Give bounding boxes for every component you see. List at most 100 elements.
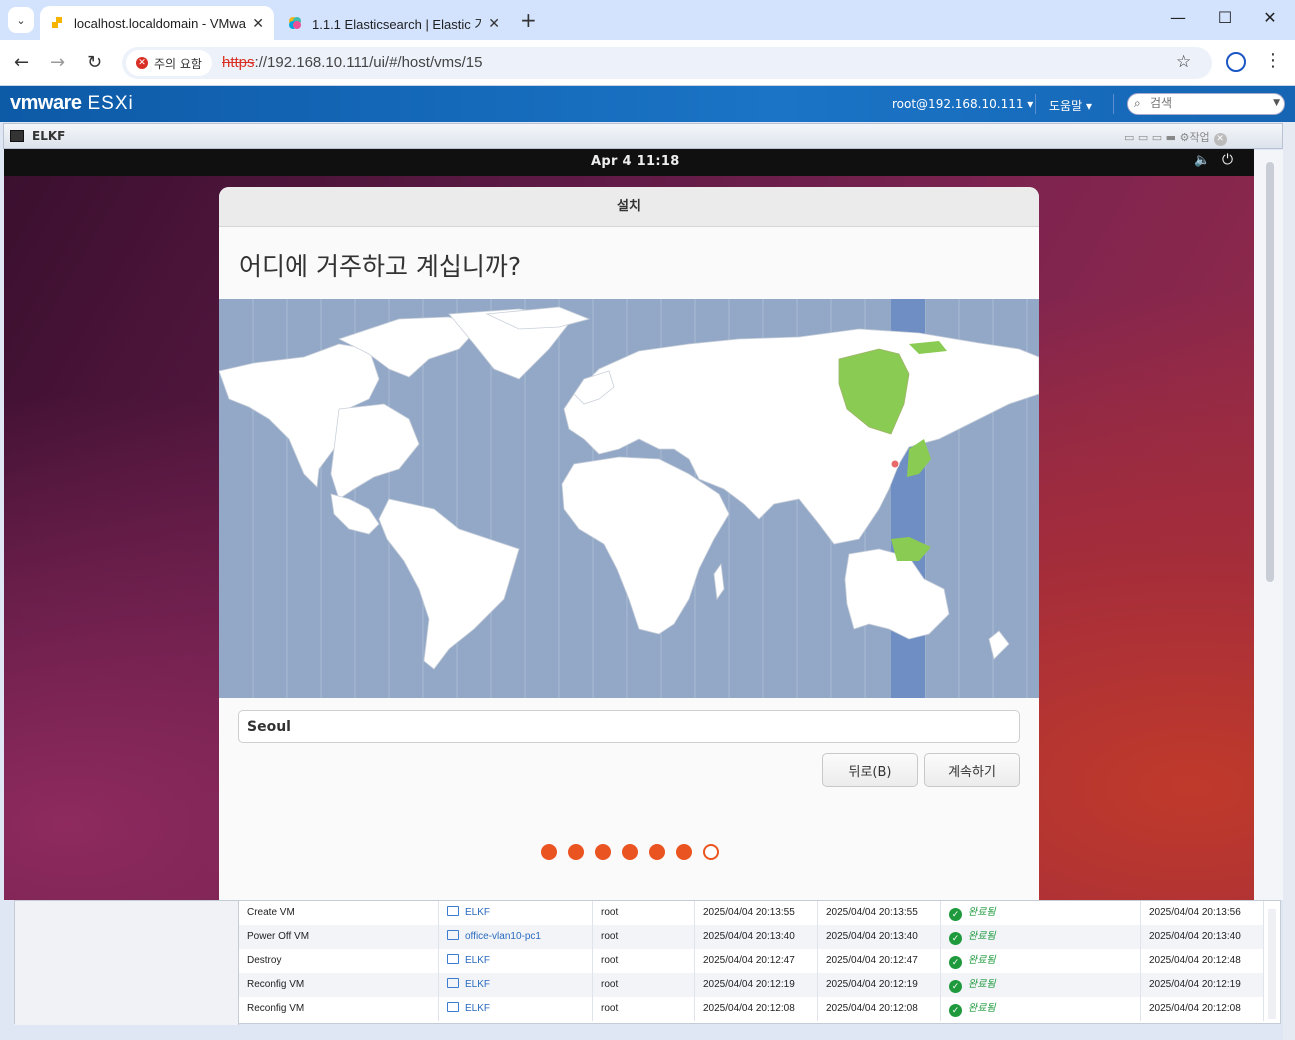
- url-scheme: https: [222, 54, 255, 71]
- forward-arrow-icon[interactable]: →: [50, 52, 65, 73]
- vmware-favicon-icon: [52, 17, 62, 28]
- navigator-panel: [15, 901, 239, 1025]
- dialog-title: 설치: [219, 187, 1039, 227]
- speaker-icon[interactable]: 🔈: [1194, 153, 1210, 168]
- guest-console[interactable]: Apr 4 11:18 🔈 ⏻ 설치 어디에 거주하고 계십니까? Seoul …: [4, 149, 1254, 900]
- user-menu[interactable]: root@192.168.10.111 ▾: [892, 97, 1033, 111]
- elastic-favicon-icon: [289, 17, 301, 29]
- task-cell-initiator: root: [593, 901, 695, 925]
- task-cell-started: 2025/04/04 20:13:40: [818, 925, 941, 949]
- header-divider: [1113, 94, 1114, 114]
- vm-console-titlebar: ELKF ▭ ▭ ▭ ▬ ⚙작업 ✕: [3, 123, 1283, 149]
- scrollbar[interactable]: [1266, 162, 1274, 582]
- city-input[interactable]: [238, 710, 1020, 743]
- search-input[interactable]: [1150, 96, 1260, 110]
- reload-icon[interactable]: ↻: [87, 52, 102, 73]
- task-cell-completed: 2025/04/04 20:13:40: [1141, 925, 1264, 949]
- task-cell-task: Power Off VM: [239, 925, 439, 949]
- help-menu[interactable]: 도움말 ▾: [1049, 97, 1092, 114]
- tab-title: 1.1.1 Elasticsearch | Elastic 가이드: [312, 16, 483, 32]
- security-label: 주의 요함: [154, 56, 202, 71]
- clock[interactable]: Apr 4 11:18: [591, 154, 680, 169]
- browser-tab[interactable]: 1.1.1 Elasticsearch | Elastic 가이드 ✕: [278, 6, 510, 40]
- task-cell-task: Reconfig VM: [239, 997, 439, 1021]
- url-path: ://192.168.10.111/ui/#/host/vms/15: [254, 54, 483, 71]
- search-icon: ⌕: [1134, 96, 1141, 110]
- bookmark-star-icon[interactable]: ☆: [1176, 52, 1191, 72]
- vm-name: ELKF: [32, 129, 66, 143]
- task-cell-queued: 2025/04/04 20:12:47: [695, 949, 818, 973]
- task-cell-task: Create VM: [239, 901, 439, 925]
- task-row[interactable]: Destroy ELKF root 2025/04/04 20:12:47 2025/0…: [239, 949, 1264, 973]
- chevron-down-icon[interactable]: ▼: [1273, 98, 1280, 108]
- close-tab-icon[interactable]: ✕: [488, 15, 500, 32]
- task-cell-initiator: root: [593, 973, 695, 997]
- browser-menu-icon[interactable]: ⋮: [1264, 50, 1282, 71]
- vm-icon: [447, 1002, 459, 1012]
- vm-icon: [447, 978, 459, 988]
- task-cell-initiator: root: [593, 949, 695, 973]
- maximize-icon[interactable]: ☐: [1205, 8, 1245, 27]
- task-cell-target[interactable]: ELKF: [439, 973, 593, 997]
- task-cell-target[interactable]: ELKF: [439, 901, 593, 925]
- success-check-icon: ✓: [949, 956, 962, 969]
- close-console-icon[interactable]: ✕: [1213, 133, 1227, 146]
- vm-icon: [447, 930, 459, 940]
- task-cell-started: 2025/04/04 20:12:47: [818, 949, 941, 973]
- task-cell-queued: 2025/04/04 20:13:40: [695, 925, 818, 949]
- task-cell-target[interactable]: ELKF: [439, 997, 593, 1021]
- task-row[interactable]: Create VM ELKF root 2025/04/04 20:13:55 2025…: [239, 901, 1264, 925]
- omnibox[interactable]: ✕ 주의 요함 https://192.168.10.111/ui/#/host…: [122, 47, 1212, 79]
- address-toolbar: ← → ↻ ✕ 주의 요함 https://192.168.10.111/ui/…: [0, 40, 1295, 86]
- progress-dot-done: [622, 844, 638, 860]
- task-row[interactable]: Power Off VM office-vlan10-pc1 root 2025/04…: [239, 925, 1264, 949]
- browser-tab-active[interactable]: localhost.localdomain - VMware ESXi ✕: [40, 6, 274, 40]
- back-arrow-icon[interactable]: ←: [14, 52, 29, 73]
- success-check-icon: ✓: [949, 1004, 962, 1017]
- actions-label[interactable]: 작업: [1189, 131, 1209, 144]
- tab-search-button[interactable]: ⌄: [8, 7, 34, 33]
- new-tab-icon[interactable]: +: [520, 8, 537, 32]
- continue-button[interactable]: 계속하기: [924, 753, 1020, 787]
- profile-icon[interactable]: [1226, 52, 1246, 72]
- gnome-top-bar: Apr 4 11:18 🔈 ⏻: [4, 149, 1254, 176]
- task-row[interactable]: Reconfig VM ELKF root 2025/04/04 20:12:19 20…: [239, 973, 1264, 997]
- task-cell-queued: 2025/04/04 20:12:08: [695, 997, 818, 1021]
- close-tab-icon[interactable]: ✕: [252, 15, 264, 32]
- vm-icon: [447, 954, 459, 964]
- success-check-icon: ✓: [949, 932, 962, 945]
- task-cell-task: Reconfig VM: [239, 973, 439, 997]
- task-cell-started: 2025/04/04 20:12:19: [818, 973, 941, 997]
- tasks-scrollbar[interactable]: [1268, 909, 1276, 1019]
- tab-title: localhost.localdomain - VMware ESXi: [74, 15, 246, 31]
- timezone-map[interactable]: [219, 299, 1039, 698]
- task-cell-target[interactable]: ELKF: [439, 949, 593, 973]
- task-cell-result: ✓ 완료됨: [941, 949, 1141, 973]
- url-text[interactable]: https://192.168.10.111/ui/#/host/vms/15: [222, 54, 482, 71]
- task-row[interactable]: Reconfig VM ELKF root 2025/04/04 20:12:08 20…: [239, 997, 1264, 1021]
- installer-dialog: 설치 어디에 거주하고 계십니까? Seoul 뒤로(B) 계속하기: [219, 187, 1039, 900]
- task-cell-started: 2025/04/04 20:12:08: [818, 997, 941, 1021]
- close-window-icon[interactable]: ✕: [1250, 8, 1290, 27]
- search-box[interactable]: ⌕ ▼: [1127, 93, 1285, 115]
- task-cell-completed: 2025/04/04 20:12:08: [1141, 997, 1264, 1021]
- task-cell-initiator: root: [593, 925, 695, 949]
- console-toolbar: ▭ ▭ ▭ ▬ ⚙작업 ✕: [1124, 129, 1227, 146]
- task-cell-task: Destroy: [239, 949, 439, 973]
- power-icon[interactable]: ⏻: [1222, 152, 1233, 168]
- security-warning-chip[interactable]: ✕ 주의 요함: [126, 50, 212, 76]
- back-button[interactable]: 뒤로(B): [822, 753, 918, 787]
- progress-dot-done: [676, 844, 692, 860]
- minimize-icon[interactable]: —: [1158, 8, 1198, 27]
- warning-icon: ✕: [136, 57, 148, 69]
- task-cell-result: ✓ 완료됨: [941, 901, 1141, 925]
- gear-icon[interactable]: ⚙: [1180, 131, 1190, 144]
- task-cell-target[interactable]: office-vlan10-pc1: [439, 925, 593, 949]
- location-question: 어디에 거주하고 계십니까?: [239, 252, 522, 281]
- background-panel: [1253, 150, 1283, 900]
- task-cell-completed: 2025/04/04 20:12:48: [1141, 949, 1264, 973]
- progress-dots: [541, 844, 719, 860]
- esxi-header: vmware ESXi root@192.168.10.111 ▾ 도움말 ▾ ⌕…: [0, 86, 1295, 122]
- recent-tasks-panel: Create VM ELKF root 2025/04/04 20:13:55 2025…: [14, 900, 1281, 1025]
- progress-dot-done: [541, 844, 557, 860]
